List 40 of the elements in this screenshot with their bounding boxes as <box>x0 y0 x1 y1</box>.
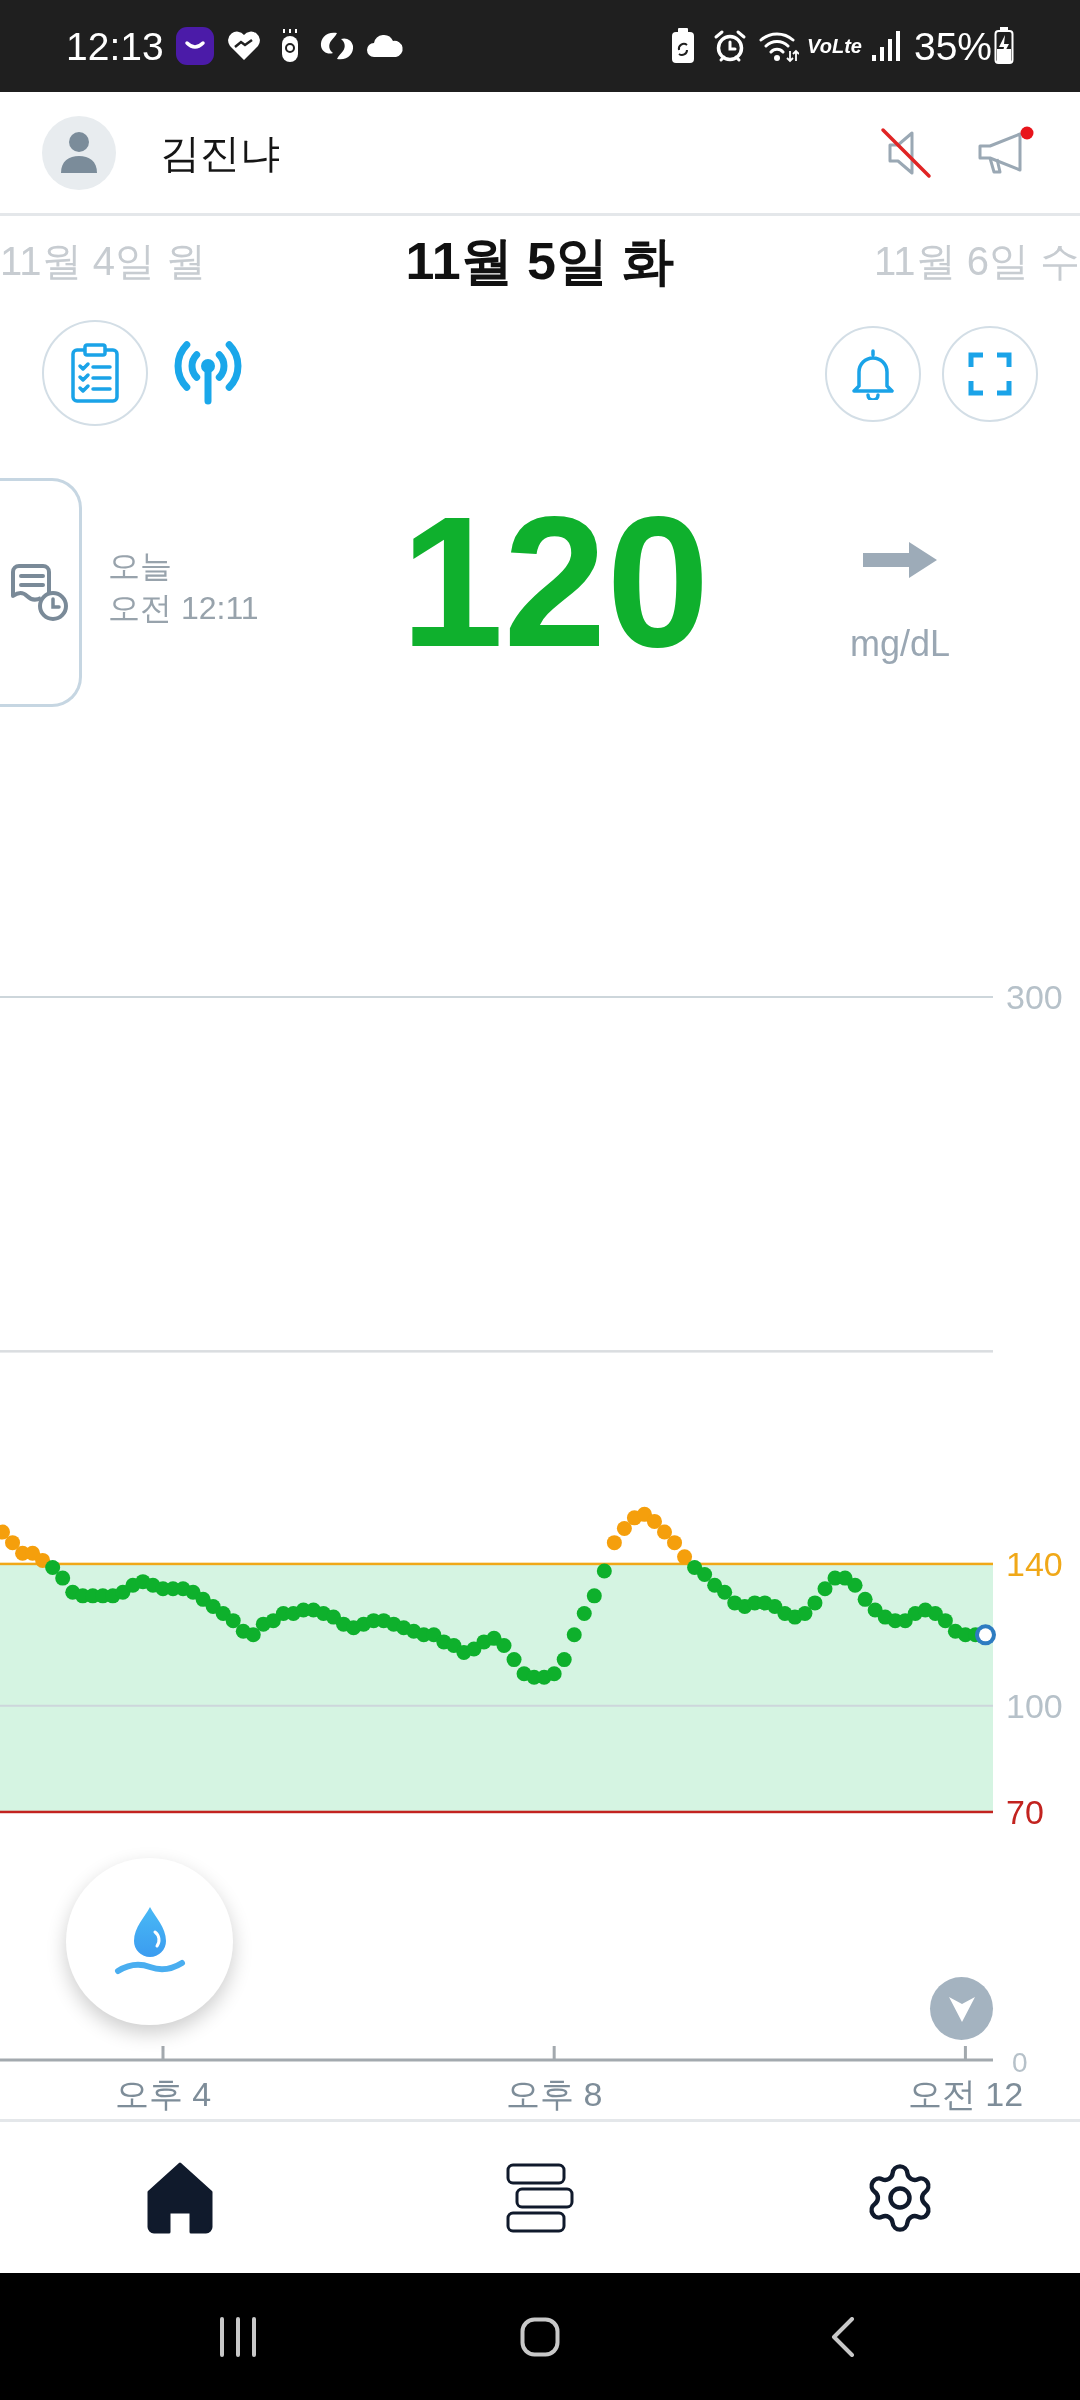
history-tab[interactable] <box>0 478 82 707</box>
clock-time: 12:13 <box>66 26 164 66</box>
axis-label: 0 <box>1012 2047 1028 2078</box>
unit-label: mg/dL <box>849 624 951 664</box>
wifi-icon <box>759 29 800 63</box>
next-date[interactable]: 11월 6일 수 <box>874 241 1080 281</box>
device-icon <box>279 28 300 64</box>
network-type: VoLte <box>807 36 862 56</box>
back-icon[interactable] <box>831 2316 855 2357</box>
battery-charging-icon <box>994 27 1014 65</box>
history-icon <box>10 563 69 622</box>
signal-icon <box>871 31 900 61</box>
speaker-muted-icon[interactable] <box>880 126 932 179</box>
axis-label: 오후 8 <box>506 2075 603 2113</box>
app-icon <box>175 27 214 65</box>
bell-icon <box>851 348 895 400</box>
current-date: 11월 5일 화 <box>405 235 675 287</box>
home-icon[interactable] <box>146 2160 214 2235</box>
axis-label: 140 <box>1006 1544 1063 1583</box>
stacked-cards-icon[interactable] <box>506 2162 574 2233</box>
heart-icon <box>225 30 262 62</box>
axis-label: 100 <box>1006 1686 1063 1725</box>
cloud-icon <box>365 33 404 59</box>
reading-day: 오늘 <box>108 546 308 586</box>
axis-label: 300 <box>1006 978 1063 1016</box>
alarm-clock-icon <box>713 29 748 63</box>
axis-label: 오전 12 <box>907 2075 1024 2113</box>
user-name: 김진냐 <box>160 132 280 173</box>
right-arrow-icon <box>863 542 937 578</box>
axis-label: 오후 4 <box>114 2075 212 2113</box>
previous-date[interactable]: 11월 4일 월 <box>0 241 206 281</box>
home-button-icon[interactable] <box>520 2316 560 2357</box>
battery-recycle-icon <box>671 28 696 64</box>
fullscreen-icon <box>968 352 1012 396</box>
clipboard-checklist-icon <box>71 343 119 403</box>
recents-icon[interactable] <box>219 2316 257 2357</box>
battery-percent: 35% <box>913 26 992 66</box>
axis-label: 70 <box>1006 1792 1044 1831</box>
reading-time: 오전 12:11 <box>108 589 260 628</box>
glucose-value: 120 <box>400 490 710 675</box>
